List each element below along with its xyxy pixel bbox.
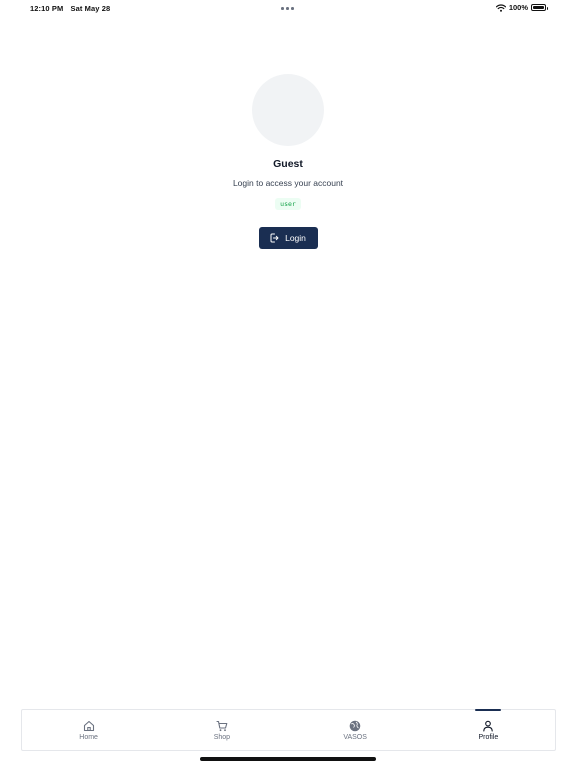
tab-shop[interactable]: Shop	[155, 710, 288, 750]
battery-percent: 100%	[508, 3, 528, 12]
login-button-label: Login	[285, 233, 306, 243]
tab-home-label: Home	[79, 734, 98, 741]
status-bar: 12:10 PM Sat May 28 100%	[0, 0, 576, 18]
cart-icon	[216, 720, 228, 732]
bottom-tab-bar: Home Shop VASOS Profile	[21, 709, 556, 751]
role-badge: user	[275, 198, 301, 210]
login-arrow-icon	[270, 233, 279, 243]
tab-vasos[interactable]: VASOS	[289, 710, 422, 750]
status-date: Sat May 28	[70, 4, 111, 13]
tab-shop-label: Shop	[213, 734, 231, 741]
profile-section: Guest Login to access your account user …	[0, 74, 576, 249]
avatar	[252, 74, 324, 146]
tab-home[interactable]: Home	[22, 710, 155, 750]
status-time: 12:10 PM	[30, 4, 64, 13]
status-right: 100%	[495, 3, 548, 12]
tab-profile[interactable]: Profile	[422, 709, 555, 750]
login-button[interactable]: Login	[258, 227, 318, 249]
active-tab-indicator	[475, 709, 502, 711]
home-icon	[83, 720, 94, 732]
tab-profile-label: Profile	[478, 734, 499, 741]
globe-icon	[349, 720, 361, 732]
status-time-block: 12:10 PM Sat May 28	[30, 4, 110, 13]
tab-vasos-label: VASOS	[343, 734, 367, 741]
login-prompt: Login to access your account	[232, 178, 344, 188]
user-icon	[483, 720, 494, 732]
screen: 12:10 PM Sat May 28 100% Guest Login to …	[0, 0, 576, 768]
multitasking-dots-icon[interactable]	[281, 7, 294, 10]
home-indicator[interactable]	[200, 757, 376, 761]
battery-icon	[531, 4, 548, 11]
wifi-icon	[495, 3, 506, 12]
user-name: Guest	[273, 158, 303, 170]
